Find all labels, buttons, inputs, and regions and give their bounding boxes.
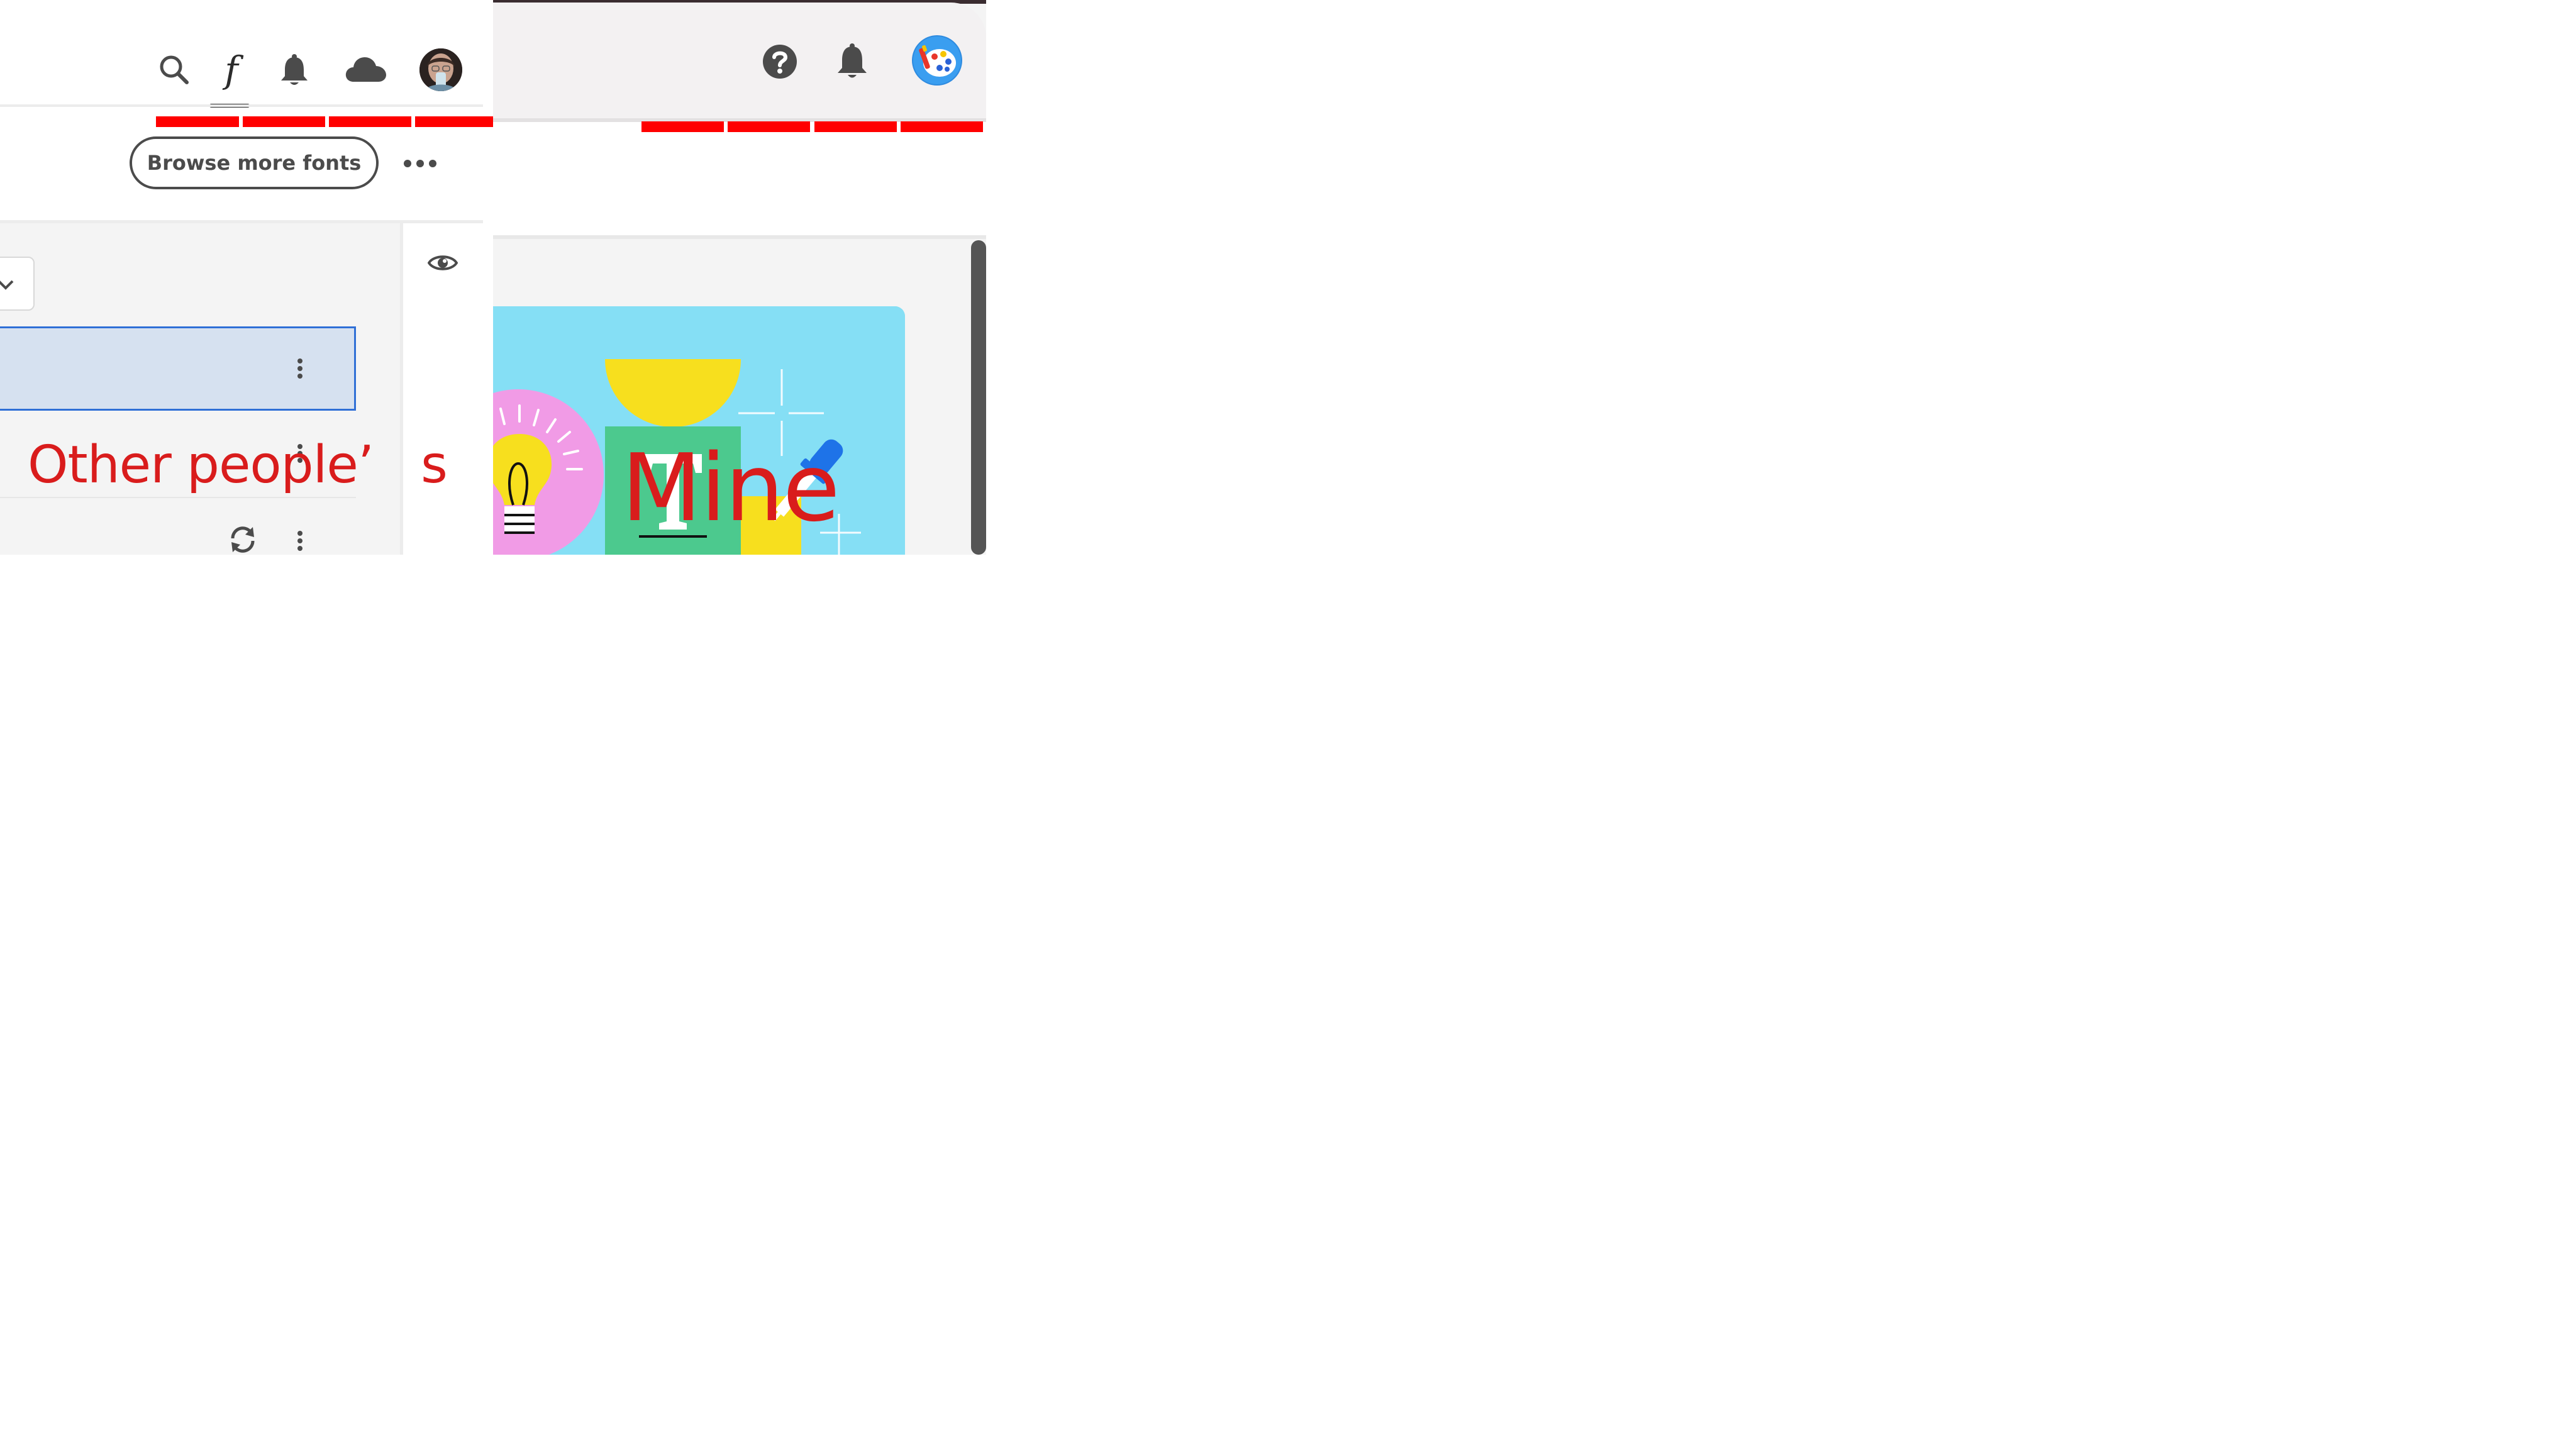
redaction-bar	[243, 116, 325, 127]
bell-icon[interactable]	[836, 43, 868, 80]
more-horizontal-icon[interactable]	[404, 156, 436, 171]
fonts-tab-icon[interactable]: f	[214, 49, 249, 91]
fonts-f-glyph: f	[225, 48, 238, 91]
redaction-bar	[415, 116, 493, 127]
redaction-bar	[814, 121, 897, 132]
left-app-window: f Browse more fonts Other people’ s	[0, 0, 493, 555]
redaction-bar	[641, 121, 724, 132]
sort-dropdown[interactable]	[0, 257, 35, 311]
content-divider	[493, 235, 986, 239]
annotation-mine: Mine	[621, 434, 840, 542]
row-divider	[0, 497, 356, 498]
help-icon[interactable]	[762, 44, 797, 79]
vertical-scrollbar[interactable]	[971, 240, 986, 555]
redaction-bar	[156, 116, 239, 127]
user-avatar[interactable]	[419, 48, 462, 91]
chevron-down-icon	[0, 280, 14, 290]
user-avatar-palette[interactable]	[912, 35, 962, 86]
annotation-others: Other people’ s	[28, 435, 448, 495]
redaction-bar	[901, 121, 983, 132]
redaction-bar	[329, 116, 411, 127]
eye-icon[interactable]	[428, 252, 458, 274]
redaction-bar	[728, 121, 810, 132]
header-divider	[0, 104, 483, 107]
right-app-window: Mine	[493, 0, 986, 555]
row-menu-icon[interactable]	[297, 531, 303, 551]
browse-more-fonts-label: Browse more fonts	[147, 151, 362, 175]
search-icon[interactable]	[157, 53, 190, 86]
toolbar-area	[493, 122, 986, 235]
selected-list-row[interactable]	[0, 326, 356, 411]
row-menu-icon[interactable]	[297, 358, 303, 379]
bell-icon[interactable]	[279, 53, 309, 87]
cloud-icon[interactable]	[345, 54, 387, 83]
sync-icon[interactable]	[228, 525, 258, 555]
browse-more-fonts-button[interactable]: Browse more fonts	[130, 136, 379, 189]
